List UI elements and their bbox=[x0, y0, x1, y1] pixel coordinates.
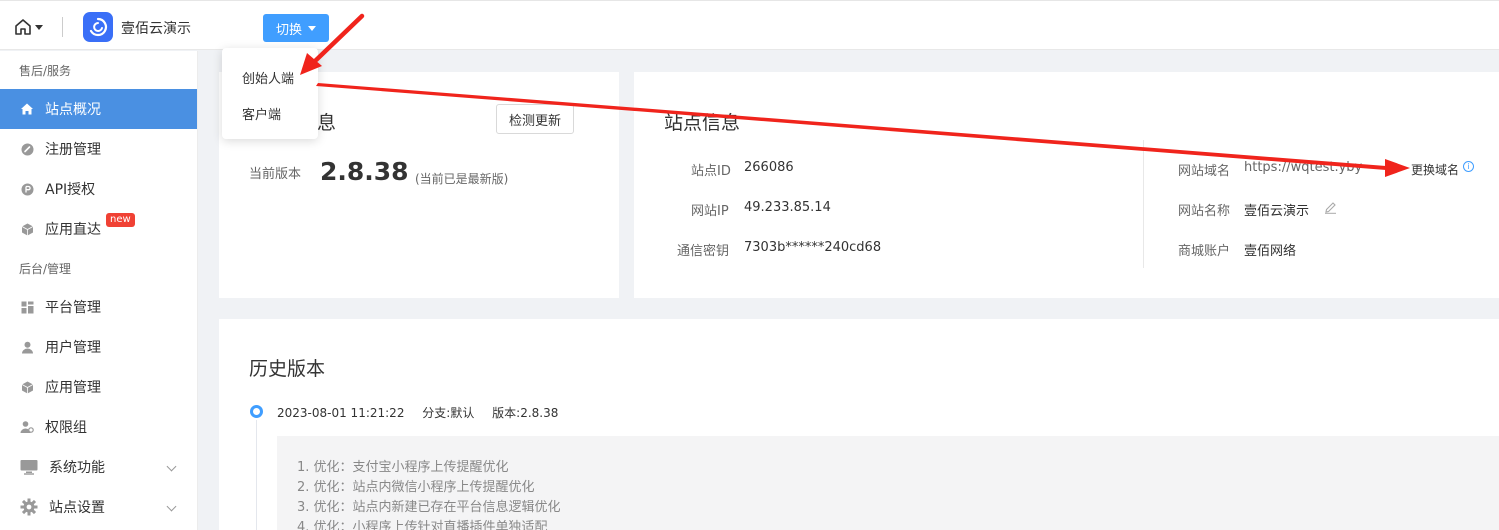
sidebar-item-apps[interactable]: 应用管理 bbox=[0, 367, 197, 407]
sidebar-item-label: 应用直达 bbox=[45, 222, 101, 238]
edit-icon[interactable] bbox=[1324, 201, 1337, 218]
site-ip-value: 49.233.85.14 bbox=[744, 200, 831, 215]
sidebar-item-users[interactable]: 用户管理 bbox=[0, 327, 197, 367]
mall-account-label: 商城账户 bbox=[1178, 244, 1231, 259]
history-title: 历史版本 bbox=[249, 358, 326, 380]
site-name-label: 网站名称 bbox=[1178, 204, 1231, 219]
current-version-value: 2.8.38 bbox=[320, 157, 409, 186]
version-card-title: 息 bbox=[317, 112, 337, 134]
brand-logo bbox=[83, 12, 113, 42]
api-icon bbox=[20, 182, 34, 196]
changelog-item: 3. 优化：站点内新建已存在平台信息逻辑优化 bbox=[297, 500, 561, 515]
timeline-meta: 2023-08-01 11:21:22 分支:默认 版本:2.8.38 bbox=[277, 404, 572, 421]
switch-dropdown-menu: 创始人端 客户端 bbox=[222, 48, 318, 139]
register-icon bbox=[20, 142, 34, 156]
gear-icon bbox=[20, 498, 38, 516]
secret-key-value: 7303b******240cd68 bbox=[744, 240, 882, 255]
sidebar-item-registration[interactable]: 注册管理 bbox=[0, 129, 197, 169]
info-divider bbox=[1143, 140, 1144, 268]
site-card-title: 站点信息 bbox=[664, 112, 741, 134]
brand-name: 壹佰云演示 bbox=[121, 21, 191, 37]
secret-key-label: 通信密钥 bbox=[677, 244, 730, 259]
chevron-down-icon bbox=[166, 461, 177, 472]
sidebar-item-api[interactable]: API授权 bbox=[0, 169, 197, 209]
timeline-line bbox=[256, 420, 257, 530]
chevron-down-icon bbox=[166, 501, 177, 512]
sidebar-item-label: 平台管理 bbox=[45, 300, 101, 316]
release-branch: 分支:默认 bbox=[422, 406, 475, 420]
sidebar: 售后/服务 站点概况 注册管理 API授权 应用直达 new 后台/管理 平台管… bbox=[0, 51, 198, 530]
sidebar-item-label: 应用管理 bbox=[45, 380, 101, 396]
domain-label: 网站域名 bbox=[1178, 164, 1231, 179]
mall-account-value: 壹佰网络 bbox=[1244, 244, 1297, 259]
sidebar-item-site-settings[interactable]: 站点设置 bbox=[0, 487, 197, 527]
change-domain-link[interactable]: 更换域名 bbox=[1411, 161, 1459, 178]
cube-icon bbox=[20, 222, 34, 236]
sidebar-item-label: 注册管理 bbox=[45, 142, 101, 158]
sidebar-item-label: 站点设置 bbox=[49, 500, 105, 516]
cube-icon bbox=[20, 380, 34, 394]
release-datetime: 2023-08-01 11:21:22 bbox=[277, 406, 405, 420]
permission-icon bbox=[20, 420, 34, 434]
user-icon bbox=[20, 340, 34, 354]
timeline-dot bbox=[250, 405, 263, 418]
dropdown-item-client[interactable]: 客户端 bbox=[222, 95, 318, 131]
release-version: 版本:2.8.38 bbox=[492, 406, 559, 420]
sidebar-item-system-functions[interactable]: 系统功能 bbox=[0, 447, 197, 487]
home-icon bbox=[15, 19, 31, 35]
changelog-item: 4. 优化：小程序上传针对直播插件单独适配 bbox=[297, 520, 548, 530]
switch-label: 切换 bbox=[275, 22, 302, 38]
site-id-label: 站点ID bbox=[691, 164, 731, 179]
site-id-value: 266086 bbox=[744, 160, 794, 175]
check-update-button[interactable]: 检测更新 bbox=[496, 104, 574, 134]
changelog-item: 1. 优化：支付宝小程序上传提醒优化 bbox=[297, 460, 509, 475]
home-icon bbox=[20, 102, 34, 116]
version-status-note: (当前已是最新版) bbox=[415, 172, 509, 186]
sidebar-item-label: 站点概况 bbox=[45, 102, 101, 118]
sidebar-item-site-overview[interactable]: 站点概况 bbox=[0, 89, 197, 129]
site-name-value: 壹佰云演示 bbox=[1244, 204, 1310, 219]
chevron-down-icon bbox=[308, 25, 316, 31]
sidebar-item-label: API授权 bbox=[45, 182, 96, 198]
top-header: 壹佰云演示 切换 bbox=[0, 0, 1499, 50]
changelog-item: 2. 优化：站点内微信小程序上传提醒优化 bbox=[297, 480, 535, 495]
sidebar-section-title: 售后/服务 bbox=[19, 63, 72, 78]
sidebar-item-permission-group[interactable]: 权限组 bbox=[0, 407, 197, 447]
grid-icon bbox=[20, 300, 34, 314]
sidebar-item-platform[interactable]: 平台管理 bbox=[0, 287, 197, 327]
site-ip-label: 网站IP bbox=[691, 204, 729, 219]
sidebar-section-title: 后台/管理 bbox=[19, 261, 72, 276]
sidebar-item-label: 用户管理 bbox=[45, 340, 101, 356]
new-badge: new bbox=[106, 213, 135, 227]
home-menu-button[interactable] bbox=[14, 17, 48, 37]
site-info-card: 站点信息 站点ID 266086 网站IP 49.233.85.14 通信密钥 … bbox=[634, 72, 1499, 298]
changelog-box: 1. 优化：支付宝小程序上传提醒优化 2. 优化：站点内微信小程序上传提醒优化 … bbox=[277, 436, 1499, 530]
domain-value: https://wqtest.yby bbox=[1244, 160, 1363, 175]
info-icon[interactable]: i bbox=[1463, 161, 1474, 172]
dropdown-item-founder[interactable]: 创始人端 bbox=[222, 59, 318, 95]
sidebar-item-app-direct[interactable]: 应用直达 new bbox=[0, 209, 197, 249]
chevron-down-icon bbox=[35, 24, 43, 30]
sidebar-item-label: 权限组 bbox=[45, 420, 87, 436]
monitor-icon bbox=[20, 458, 38, 476]
sidebar-item-label: 系统功能 bbox=[49, 460, 105, 476]
switch-button[interactable]: 切换 bbox=[263, 14, 329, 42]
header-divider bbox=[62, 17, 63, 37]
current-version-label: 当前版本 bbox=[249, 167, 302, 182]
history-card: 历史版本 2023-08-01 11:21:22 分支:默认 版本:2.8.38… bbox=[219, 319, 1499, 530]
